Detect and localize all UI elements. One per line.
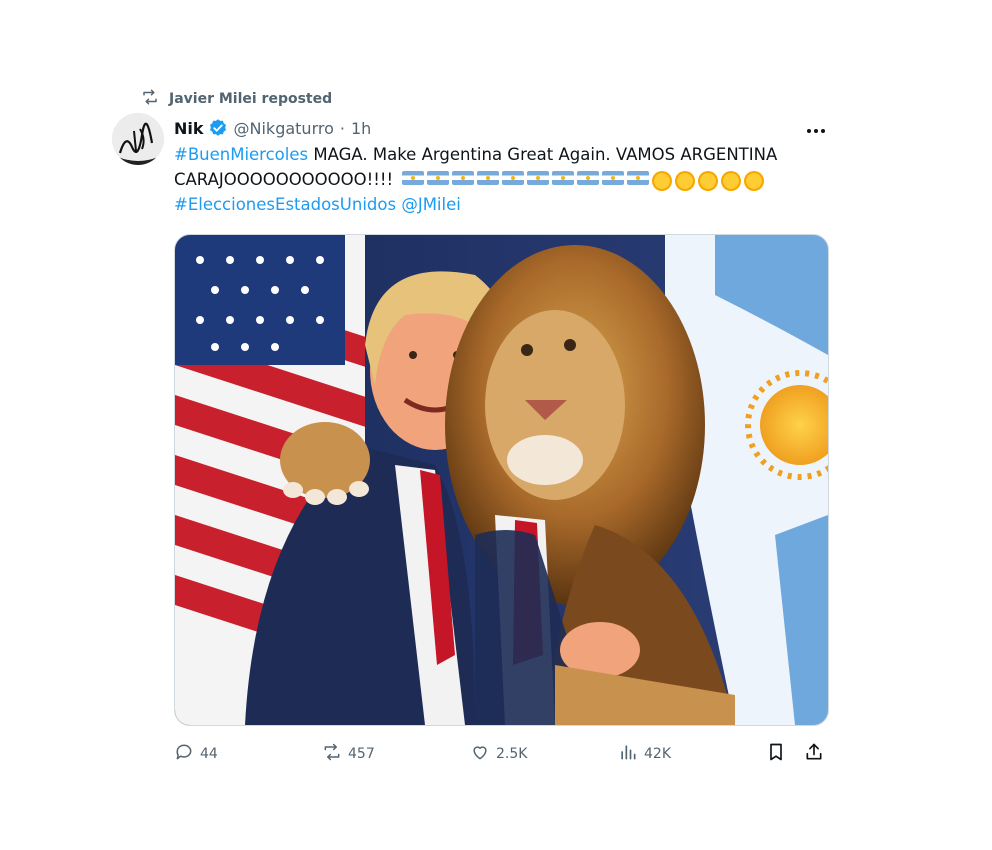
more-icon (806, 119, 826, 138)
bookmark-icon (766, 742, 786, 766)
sun-face-icon (652, 170, 673, 191)
emoji-row (402, 170, 765, 191)
bookmark-button[interactable] (766, 740, 786, 768)
argentina-flag-icon (627, 170, 650, 185)
repost-indicator[interactable]: Javier Milei reposted (141, 88, 332, 110)
tweet-text: #BuenMiercoles MAGA. Make Argentina Grea… (174, 142, 834, 217)
reply-icon (174, 742, 194, 766)
sun-face-icon (698, 170, 719, 191)
verified-badge-icon (208, 118, 228, 138)
tweet-image[interactable] (174, 234, 829, 726)
author-handle[interactable]: @Nikgaturro (234, 119, 334, 138)
author-name[interactable]: Nik (174, 119, 204, 138)
argentina-flag-icon (527, 170, 550, 185)
image-icon (175, 235, 828, 725)
timestamp[interactable]: 1h (351, 119, 371, 138)
argentina-flag-icon (602, 170, 625, 185)
argentina-flag-icon (427, 170, 450, 185)
repost-icon (322, 742, 342, 766)
argentina-flag-icon (577, 170, 600, 185)
sun-face-icon (721, 170, 742, 191)
hashtag-elecciones[interactable]: #EleccionesEstadosUnidos (174, 195, 396, 214)
reply-count: 44 (200, 746, 218, 762)
argentina-flag-icon (452, 170, 475, 185)
analytics-icon (618, 742, 638, 766)
repost-count: 457 (348, 746, 375, 762)
argentina-flag-icon (502, 170, 525, 185)
share-button[interactable] (804, 740, 824, 768)
repost-icon (141, 88, 159, 110)
argentina-flag-icon (402, 170, 425, 185)
separator-dot: · (339, 118, 345, 138)
tweet-header: Nik @Nikgaturro · 1h (174, 116, 828, 140)
mention-jmilei[interactable]: @JMilei (401, 195, 461, 214)
share-icon (804, 742, 824, 766)
repost-label: Javier Milei reposted (169, 91, 333, 107)
tweet-actions: 44 457 2.5K 42K (174, 740, 828, 768)
like-count: 2.5K (496, 746, 528, 762)
view-count: 42K (644, 746, 671, 762)
reply-button[interactable]: 44 (174, 740, 218, 768)
sun-face-icon (744, 170, 765, 191)
more-options-button[interactable] (802, 116, 830, 140)
argentina-flag-icon (477, 170, 500, 185)
hashtag-buenmiercoles[interactable]: #BuenMiercoles (174, 145, 308, 164)
repost-button[interactable]: 457 (322, 740, 375, 768)
heart-icon (470, 742, 490, 766)
argentina-flag-icon (552, 170, 575, 185)
sun-face-icon (675, 170, 696, 191)
like-button[interactable]: 2.5K (470, 740, 527, 768)
views-button[interactable]: 42K (618, 740, 671, 768)
avatar[interactable] (112, 113, 164, 165)
